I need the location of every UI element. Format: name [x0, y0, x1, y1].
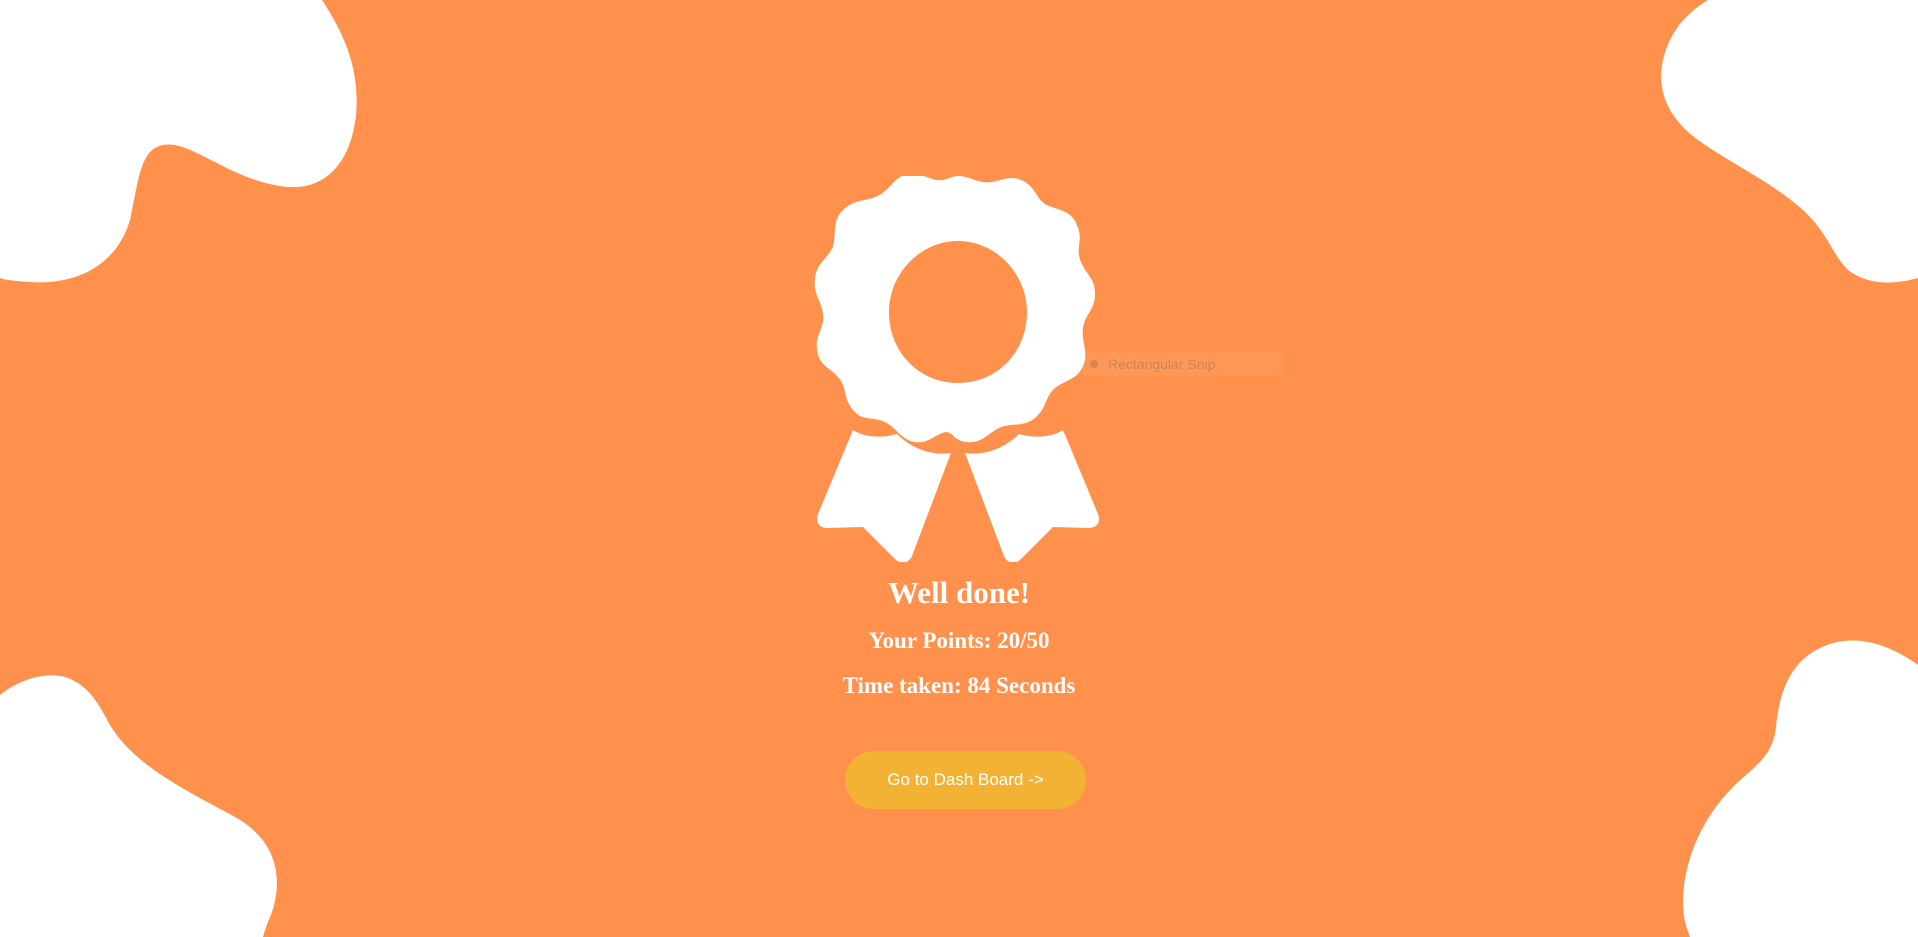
go-to-dashboard-button[interactable]: Go to Dash Board -> — [845, 751, 1086, 809]
page-title: Well done! — [887, 575, 1031, 610]
award-ribbon-icon — [814, 176, 1099, 562]
result-panel: Well done! Your Points: 20/50 Time taken… — [0, 0, 1918, 937]
snip-record-icon — [1090, 360, 1098, 368]
snip-tooltip-label: Rectangular Snip — [1108, 356, 1216, 372]
time-taken: Time taken: 84 Seconds — [842, 673, 1076, 698]
snip-tooltip: Rectangular Snip — [1083, 352, 1281, 376]
points-score: Your Points: 20/50 — [868, 628, 1050, 653]
